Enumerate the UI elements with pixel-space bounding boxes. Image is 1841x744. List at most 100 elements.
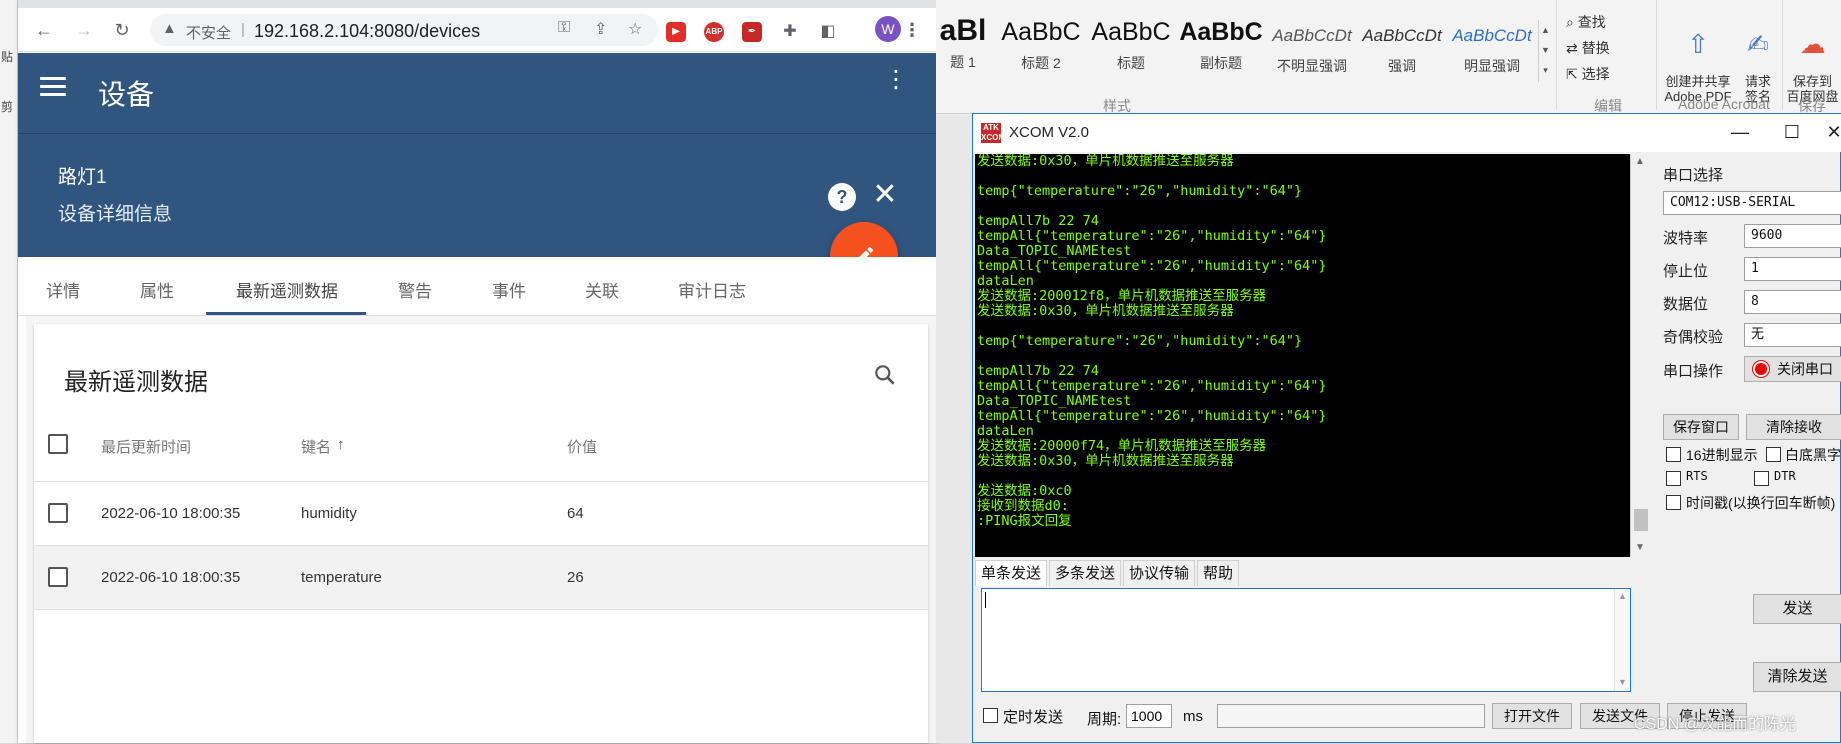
close-port-button[interactable]: 关闭串口 (1744, 356, 1841, 382)
side-panel-icon[interactable]: ◧ (818, 22, 838, 42)
browser-menu-icon[interactable]: ⋮ (898, 16, 926, 44)
tab-audit-logs[interactable]: 审计日志 (678, 277, 746, 302)
pdf-extension-icon[interactable]: ✒ (742, 22, 762, 42)
sort-arrow-up-icon[interactable]: ↑ (337, 436, 345, 453)
send-input[interactable]: ▲ ▼ (981, 588, 1631, 692)
select-all-checkbox[interactable] (48, 434, 68, 454)
tab-strip (18, 0, 936, 8)
adblock-icon[interactable]: ABP (704, 22, 724, 42)
open-file-button[interactable]: 打开文件 (1492, 703, 1572, 729)
url-text[interactable]: 192.168.2.104:8080/devices (254, 21, 480, 42)
find-button[interactable]: ⌕ 查找 (1566, 12, 1606, 32)
receive-terminal[interactable]: 发送数据:0x30，单片机数据推送至服务器 temp{"temperature"… (975, 154, 1630, 557)
help-icon[interactable]: ? (828, 183, 856, 211)
cell-time: 2022-06-10 18:00:35 (101, 569, 241, 586)
style-emphasis[interactable]: AaBbCcDt 强调 (1360, 18, 1444, 76)
tab-help[interactable]: 帮助 (1197, 560, 1240, 586)
column-value[interactable]: 价值 (567, 436, 597, 457)
column-key[interactable]: 键名 (301, 436, 331, 457)
scroll-up-icon[interactable]: ▲ (1635, 156, 1645, 167)
file-path-input[interactable] (1217, 704, 1485, 728)
search-icon[interactable] (872, 362, 898, 388)
tab-single-send[interactable]: 单条发送 (975, 560, 1048, 586)
word-ribbon: aBl 题 1 AaBbC 标题 2 AaBbC 标题 AaBbC 副标题 Aa… (936, 0, 1841, 114)
port-status-led-icon (1753, 361, 1769, 377)
stopbits-select[interactable]: 1 (1744, 257, 1841, 281)
xcom-logo-icon: ATK XCOM (981, 123, 1005, 143)
scroll-down-icon[interactable]: ▼ (1635, 542, 1645, 553)
clear-receive-button[interactable]: 清除接收 (1746, 414, 1841, 440)
styles-scroll-icon[interactable]: ▲ ▼ ▾ (1538, 20, 1552, 82)
card-title: 最新遥测数据 (64, 369, 208, 396)
request-signature-button[interactable]: ✍ 请求 签名 (1736, 14, 1780, 104)
tab-events[interactable]: 事件 (492, 277, 526, 302)
clear-send-button[interactable]: 清除发送 (1753, 662, 1841, 692)
save-window-button[interactable]: 保存窗口 (1663, 414, 1739, 440)
minimize-icon[interactable]: — (1725, 122, 1755, 143)
pdf-share-icon: ⇧ (1687, 29, 1709, 59)
save-to-baidu-button[interactable]: ☁ 保存到 百度网盘 (1784, 14, 1841, 104)
share-icon[interactable]: ⇪ (594, 19, 607, 39)
timestamp-checkbox[interactable] (1666, 495, 1681, 510)
star-icon[interactable]: ☆ (628, 19, 642, 39)
select-button[interactable]: ⇱ 选择 (1566, 64, 1610, 84)
dtr-checkbox[interactable] (1754, 471, 1769, 486)
timed-send-checkbox[interactable] (983, 708, 998, 723)
tab-attributes[interactable]: 属性 (140, 277, 174, 302)
row-checkbox[interactable] (48, 503, 68, 523)
databits-select[interactable]: 8 (1744, 290, 1841, 314)
baud-select[interactable]: 9600 (1744, 224, 1841, 248)
parity-select[interactable]: 无 (1744, 323, 1841, 347)
back-icon[interactable]: ← (30, 16, 58, 44)
tab-multi-send[interactable]: 多条发送 (1049, 560, 1122, 586)
scroll-thumb[interactable] (1634, 509, 1648, 531)
style-heading2[interactable]: AaBbC 标题 2 (998, 18, 1084, 73)
extension-red-icon[interactable]: ▶ (666, 22, 686, 42)
period-input[interactable]: 1000 (1126, 704, 1172, 728)
table-row[interactable]: 2022-06-10 18:00:35 temperature 26 (34, 545, 928, 609)
table-row[interactable]: 2022-06-10 18:00:35 humidity 64 (34, 481, 928, 545)
warning-icon: ▲ (162, 20, 177, 37)
reload-icon[interactable]: ↻ (108, 16, 136, 44)
create-share-pdf-button[interactable]: ⇧ 创建并共享 Adobe PDF (1660, 14, 1736, 104)
scroll-down-icon[interactable]: ▼ (1618, 677, 1627, 687)
serial-settings-panel: 串口选择 COM12:USB-SERIAL 波特率 9600 停止位 1 数据位… (1658, 154, 1841, 574)
style-subtitle[interactable]: AaBbC 副标题 (1178, 18, 1264, 73)
tab-protocol[interactable]: 协议传输 (1123, 560, 1196, 586)
extensions-puzzle-icon[interactable]: ✚ (780, 22, 800, 42)
tab-alarms[interactable]: 警告 (398, 277, 432, 302)
style-heading1[interactable]: aBl 题 1 (936, 18, 990, 72)
rts-checkbox[interactable] (1666, 471, 1681, 486)
send-scrollbar[interactable]: ▲ ▼ (1614, 589, 1630, 691)
style-title[interactable]: AaBbC 标题 (1088, 18, 1174, 73)
terminal-scrollbar[interactable]: ▲ ▼ (1630, 154, 1650, 557)
close-icon[interactable]: ✕ (870, 180, 900, 210)
scroll-up-icon[interactable]: ▲ (1618, 591, 1627, 601)
maximize-icon[interactable]: ☐ (1777, 122, 1807, 143)
replace-button[interactable]: ⇄ 替换 (1566, 38, 1610, 58)
send-button[interactable]: 发送 (1753, 594, 1841, 624)
more-vert-icon[interactable]: ⋮ (884, 68, 908, 92)
xcom-window: ATK XCOM XCOM V2.0 — ☐ ✕ 发送数据:0x30，单片机数据推… (972, 113, 1841, 743)
port-select[interactable]: COM12:USB-SERIAL (1663, 191, 1841, 215)
tab-relations[interactable]: 关联 (585, 277, 619, 302)
style-intense-emphasis[interactable]: AaBbCcDt 明显强调 (1450, 18, 1534, 76)
hamburger-menu-icon[interactable] (40, 77, 66, 99)
white-black-checkbox[interactable] (1766, 447, 1781, 462)
column-last-update[interactable]: 最后更新时间 (101, 436, 191, 457)
address-bar[interactable]: ▲ 不安全 | 192.168.2.104:8080/devices ⚿ ⇪ ☆ (150, 14, 658, 46)
databits-label: 数据位 (1663, 296, 1709, 313)
cell-value: 64 (567, 505, 584, 522)
xcom-titlebar: ATK XCOM XCOM V2.0 — ☐ ✕ (973, 114, 1841, 152)
forward-icon[interactable]: → (70, 16, 98, 44)
window-close-icon[interactable]: ✕ (1819, 122, 1841, 143)
device-name: 路灯1 (58, 167, 107, 188)
style-subtle-emphasis[interactable]: AaBbCcDt 不明显强调 (1270, 18, 1354, 76)
row-checkbox[interactable] (48, 567, 68, 587)
key-icon[interactable]: ⚿ (558, 19, 570, 37)
browser-toolbar: ← → ↻ ▲ 不安全 | 192.168.2.104:8080/devices… (18, 8, 936, 52)
rts-label: RTS (1686, 469, 1708, 483)
tab-latest-telemetry[interactable]: 最新遥测数据 (236, 277, 338, 302)
hex-display-checkbox[interactable] (1666, 447, 1681, 462)
tab-details[interactable]: 详情 (46, 277, 80, 302)
